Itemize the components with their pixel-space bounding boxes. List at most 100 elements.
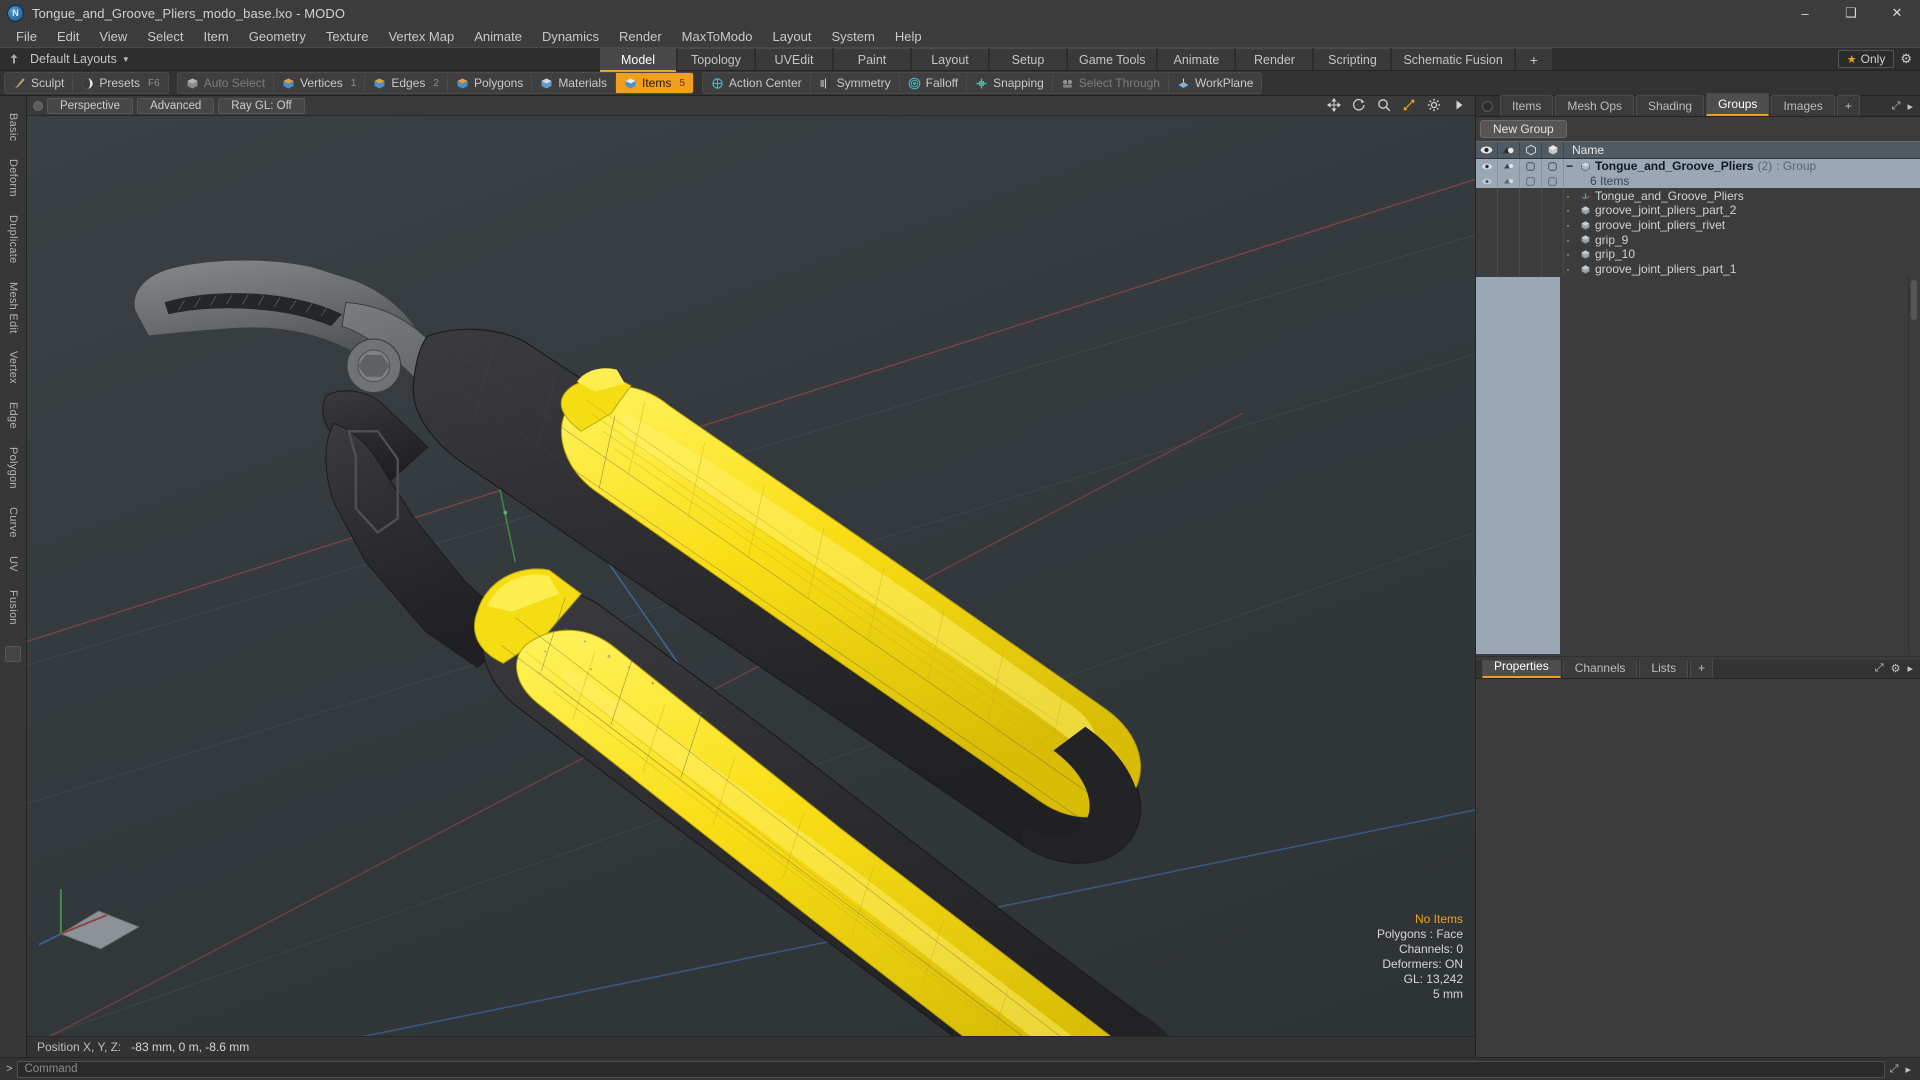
layout-tab-setup[interactable]: Setup [990,48,1066,70]
cube-shaded-icon[interactable] [1542,142,1564,158]
row-render-cell[interactable] [1498,203,1520,218]
row-select-cell-a[interactable] [1520,247,1542,262]
list-item[interactable]: · groove_joint_pliers_rivet [1564,218,1725,232]
rail-item-deform[interactable]: Deform [7,150,19,206]
materials-button[interactable]: Materials [532,73,616,93]
rail-item-uv[interactable]: UV [7,547,19,581]
row-select-cell-b[interactable] [1542,247,1564,262]
snapping-button[interactable]: Snapping [967,73,1053,93]
menu-item[interactable]: Item [193,27,238,46]
panel-chevron-right-icon[interactable]: ▸ [1907,100,1913,113]
row-select-cell-b[interactable] [1542,232,1564,248]
table-row[interactable]: · Tongue_and_Groove_Pliers [1476,188,1920,204]
row-select-toggle-b[interactable] [1542,173,1564,189]
menu-maxtomodo[interactable]: MaxToModo [672,27,763,46]
list-item[interactable]: · grip_10 [1564,247,1635,261]
only-button[interactable]: ★ Only [1837,50,1895,68]
row-visibility-cell[interactable] [1476,232,1498,248]
menu-texture[interactable]: Texture [316,27,379,46]
tab-items[interactable]: Items [1500,95,1554,116]
tab-lists[interactable]: Lists [1639,657,1689,679]
list-item[interactable]: · groove_joint_pliers_part_1 [1564,262,1736,276]
menu-render[interactable]: Render [609,27,672,46]
falloff-button[interactable]: Falloff [900,73,968,93]
menu-select[interactable]: Select [137,27,193,46]
render-icon[interactable] [1498,142,1520,158]
rail-item-curve[interactable]: Curve [7,498,19,547]
group-list-empty-area[interactable] [1476,276,1920,655]
tree-expand-icon[interactable]: − [1566,159,1576,173]
row-select-toggle-b[interactable] [1542,159,1564,174]
panel-splitter[interactable] [1476,654,1920,661]
group-row-name-cell[interactable]: − Tongue_and_Groove_Pliers (2) : Group [1564,159,1816,173]
tab-channels[interactable]: Channels [1562,657,1638,679]
panel-popout-icon[interactable]: ⤢ [1892,100,1901,113]
vertices-button[interactable]: Vertices 1 [274,73,366,93]
menu-file[interactable]: File [6,27,47,46]
row-select-cell-b[interactable] [1542,203,1564,218]
rail-item-vertex[interactable]: Vertex [7,342,19,393]
viewport-tab-advanced[interactable]: Advanced [137,97,215,114]
eye-icon[interactable] [1476,142,1498,158]
rail-extra-button[interactable] [5,645,21,662]
row-select-cell-a[interactable] [1520,261,1542,277]
menu-system[interactable]: System [822,27,885,46]
row-select-cell-a[interactable] [1520,217,1542,233]
tab-images[interactable]: Images [1771,95,1835,116]
properties-chevron-right-icon[interactable]: ▸ [1907,662,1913,675]
add-properties-tab-button[interactable]: + [1690,657,1714,679]
rail-item-fusion[interactable]: Fusion [7,581,19,634]
command-popout-icon[interactable]: ⤢ [1890,1063,1899,1076]
play-icon[interactable] [1452,98,1466,114]
presets-button[interactable]: Presets F6 [73,73,167,93]
row-render-toggle[interactable] [1498,173,1520,189]
row-visibility-cell[interactable] [1476,203,1498,218]
close-button[interactable]: ✕ [1874,0,1920,26]
add-panel-tab-button[interactable]: + [1836,95,1860,116]
row-select-cell-a[interactable] [1520,203,1542,218]
cube-outline-icon[interactable] [1520,142,1542,158]
list-item[interactable]: · grip_9 [1564,233,1628,247]
pin-icon[interactable] [4,50,24,68]
layout-tab-render[interactable]: Render [1236,48,1313,70]
viewport-tab-perspective[interactable]: Perspective [47,97,134,114]
menu-view[interactable]: View [89,27,137,46]
row-select-toggle-a[interactable] [1520,159,1542,174]
tab-groups[interactable]: Groups [1706,93,1770,116]
properties-gear-icon[interactable]: ⚙ [1891,662,1901,675]
workplane-button[interactable]: WorkPlane [1169,73,1261,93]
group-list-scrollbar[interactable] [1908,276,1920,655]
fit-icon[interactable] [1402,98,1416,114]
row-visibility-toggle[interactable] [1476,173,1498,189]
menu-dynamics[interactable]: Dynamics [532,27,609,46]
row-render-toggle[interactable] [1498,159,1520,174]
row-select-cell-b[interactable] [1542,188,1564,204]
default-layouts-dropdown[interactable]: Default Layouts ▼ [24,52,136,66]
row-select-cell-b[interactable] [1542,217,1564,233]
row-select-toggle-a[interactable] [1520,173,1542,189]
row-render-cell[interactable] [1498,217,1520,233]
row-visibility-cell[interactable] [1476,188,1498,204]
new-group-button[interactable]: New Group [1480,120,1567,138]
table-row[interactable]: · grip_10 [1476,247,1920,262]
menu-geometry[interactable]: Geometry [239,27,316,46]
layout-tab-animate[interactable]: Animate [1158,48,1235,70]
menu-layout[interactable]: Layout [762,27,821,46]
row-visibility-toggle[interactable] [1476,159,1498,174]
sculpt-button[interactable]: Sculpt [5,73,74,93]
symmetry-button[interactable]: Symmetry [811,73,900,93]
viewport-menu-dot[interactable] [33,100,43,111]
rail-item-basic[interactable]: Basic [7,104,19,150]
properties-body[interactable] [1476,679,1920,1057]
table-row[interactable]: · grip_9 [1476,232,1920,248]
layout-tab-topology[interactable]: Topology [678,48,754,70]
layout-tab-layout[interactable]: Layout [912,48,988,70]
layout-tab-scripting[interactable]: Scripting [1314,48,1391,70]
select-through-button[interactable]: Select Through [1053,73,1169,93]
table-row[interactable]: · groove_joint_pliers_part_2 [1476,203,1920,218]
move-icon[interactable] [1327,97,1341,114]
minimize-button[interactable]: – [1782,0,1828,26]
gear-icon[interactable] [1427,98,1441,114]
rail-item-polygon[interactable]: Polygon [7,438,19,498]
layout-tab-schematic-fusion[interactable]: Schematic Fusion [1392,48,1514,70]
